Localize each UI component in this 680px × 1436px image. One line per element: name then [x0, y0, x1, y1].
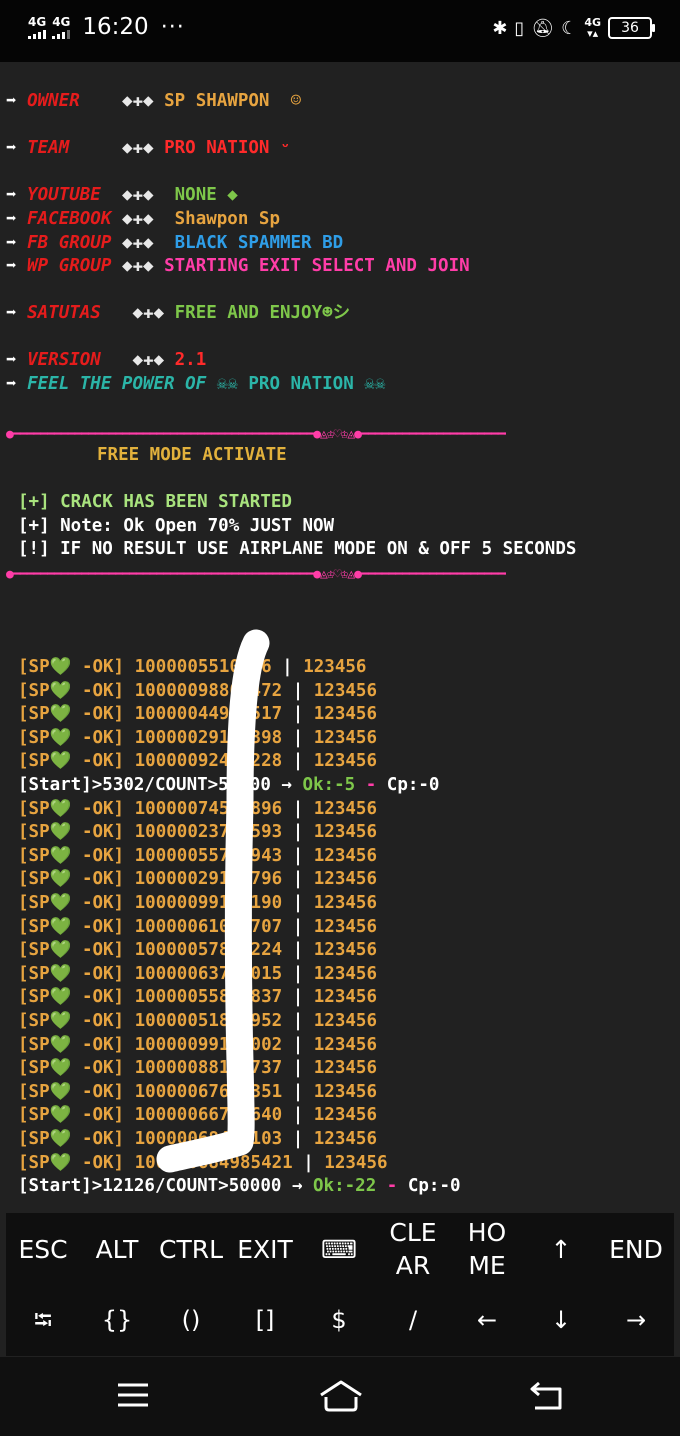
menu-icon[interactable] — [113, 1375, 153, 1415]
vibrate-icon: ▯ — [514, 17, 525, 39]
result-row: [SP💚 -OK] 10000098806472 | 123456 — [18, 680, 377, 701]
result-row: [SP💚 -OK] 10000057830224 | 123456 — [18, 940, 377, 961]
more-notifications-icon: ··· — [160, 14, 185, 40]
result-row: [SP💚 -OK] 10000044904517 | 123456 — [18, 704, 377, 725]
team-line: ➡ TEAM ◆✚◆ PRO NATION ᵕ — [6, 138, 291, 158]
result-row: [SP💚 -OK] 10000029147796 | 123456 — [18, 869, 377, 890]
result-row: [SP💚 -OK] 10000023760593 | 123456 — [18, 822, 377, 843]
braces-key[interactable]: {} — [80, 1285, 154, 1355]
result-row: [SP💚 -OK] 10000092461228 | 123456 — [18, 751, 377, 772]
divider-bottom: ●━━━━━━━━━━━━━━━━━━━━━━━━━━━━━━━━━━━━━━━… — [6, 567, 506, 582]
home-key[interactable]: HOME — [450, 1213, 524, 1285]
result-row: [SP💚 -OK] 1000005510546 | 123456 — [18, 657, 367, 677]
status-bar: 4G 4G 16:20 ··· ✱ ▯ 🔕︎ ☾ 4G ▾▴ 36 — [0, 0, 680, 62]
slash-key[interactable]: / — [376, 1285, 450, 1355]
down-arrow-key[interactable]: ↓ — [524, 1285, 598, 1355]
parens-key[interactable]: () — [154, 1285, 228, 1355]
result-row: [SP💚 -OK] 10000051854952 | 123456 — [18, 1011, 377, 1031]
battery-icon: 36 — [608, 17, 655, 39]
end-key[interactable]: END — [598, 1213, 674, 1285]
owner-line: ➡ OWNER ◆✚◆ SP SHAWPON ☺ — [6, 91, 302, 111]
signal-2-label: 4G — [52, 14, 71, 29]
clear-key[interactable]: CLEAR — [376, 1213, 450, 1285]
moon-icon: ☾ — [561, 17, 578, 39]
result-row: [SP💚 -OK] 10000099160002 | 123456 — [18, 1034, 377, 1055]
up-arrow-key[interactable]: ↑ — [524, 1213, 598, 1285]
fb-group-line: ➡ FB GROUP ◆✚◆ BLACK SPAMMER BD — [6, 233, 344, 253]
progress-line: [Start]>5302/COUNT>50000 → Ok:-5 - Cp:-0 — [18, 775, 440, 795]
terminal-output[interactable]: ➡ OWNER ◆✚◆ SP SHAWPON ☺ ➡ TEAM ◆✚◆ PRO … — [0, 62, 680, 1212]
home-icon[interactable] — [318, 1375, 364, 1415]
alt-key[interactable]: ALT — [80, 1213, 154, 1285]
airplane-line: [!] IF NO RESULT USE AIRPLANE MODE ON & … — [18, 539, 577, 559]
facebook-line: ➡ FACEBOOK ◆✚◆ Shawpon Sp — [6, 209, 280, 229]
tab-key[interactable]: ⭾ — [6, 1285, 80, 1355]
esc-key[interactable]: ESC — [6, 1213, 80, 1285]
back-icon[interactable] — [527, 1375, 567, 1415]
exit-key[interactable]: EXIT — [228, 1213, 302, 1285]
wp-group-line: ➡ WP GROUP ◆✚◆ STARTING EXIT SELECT AND … — [6, 256, 470, 276]
result-row: [SP💚 -OK] 10000099118190 | 123456 — [18, 893, 377, 913]
mute-icon: 🔕︎ — [531, 17, 555, 39]
status-line: ➡ SATUTAS ◆✚◆ FREE AND ENJOY☻シ — [6, 303, 351, 323]
progress-line: [Start]>12126/COUNT>50000 → Ok:-22 - Cp:… — [18, 1176, 461, 1197]
result-row: [SP💚 -OK] 10000088171737 | 123456 — [18, 1058, 377, 1079]
navigation-bar — [0, 1357, 680, 1436]
signal-1-icon: 4G — [28, 16, 46, 39]
brackets-key[interactable]: [] — [228, 1285, 302, 1355]
network-icon: 4G ▾▴ — [584, 16, 601, 40]
version-line: ➡ VERSION ◆✚◆ 2.1 — [6, 350, 207, 370]
ctrl-key[interactable]: CTRL — [154, 1213, 228, 1285]
note-line: [+] Note: Ok Open 70% JUST NOW — [18, 516, 335, 536]
result-row: [SP💚 -OK] 10000055893837 | 123456 — [18, 987, 377, 1008]
result-row: [SP💚 -OK] 10000067608351 | 123456 — [18, 1081, 377, 1102]
result-row: [SP💚 -OK] 10000074528896 | 123456 — [18, 798, 377, 819]
result-row: [SP💚 -OK] 10000063799015 | 123456 — [18, 963, 377, 984]
result-row: [SP💚 -OK] 10000068478103 | 123456 — [18, 1129, 377, 1149]
result-row: [SP💚 -OK] 10000061067707 | 123456 — [18, 916, 377, 937]
youtube-line: ➡ YOUTUBE ◆✚◆ NONE ◆ — [6, 185, 238, 205]
signal-2-icon: 4G — [52, 16, 70, 39]
result-row: [SP💚 -OK] 10000055712943 | 123456 — [18, 845, 377, 866]
feel-line: ➡ FEEL THE POWER OF ☠☠ PRO NATION ☠☠ — [6, 374, 386, 394]
free-mode-label: FREE MODE ACTIVATE — [97, 445, 287, 465]
dollar-key[interactable]: $ — [302, 1285, 376, 1355]
signal-1-label: 4G — [28, 14, 47, 29]
result-row: [SP💚 -OK] 10000029134398 | 123456 — [18, 727, 377, 748]
clock: 16:20 — [82, 14, 149, 40]
extra-keys-bar: ESC ALT CTRL EXIT ⌨ CLEAR HOME ↑ END ⭾ {… — [6, 1213, 674, 1356]
crack-started-line: [+] CRACK HAS BEEN STARTED — [18, 492, 292, 512]
left-arrow-key[interactable]: ← — [450, 1285, 524, 1355]
right-arrow-key[interactable]: → — [598, 1285, 674, 1355]
result-row: [SP💚 -OK] 10000066786640 | 123456 — [18, 1105, 377, 1126]
keyboard-icon[interactable]: ⌨ — [302, 1213, 376, 1285]
bluetooth-icon: ✱ — [492, 17, 508, 39]
result-row: [SP💚 -OK] 100000684985421 | 123456 — [18, 1152, 388, 1173]
